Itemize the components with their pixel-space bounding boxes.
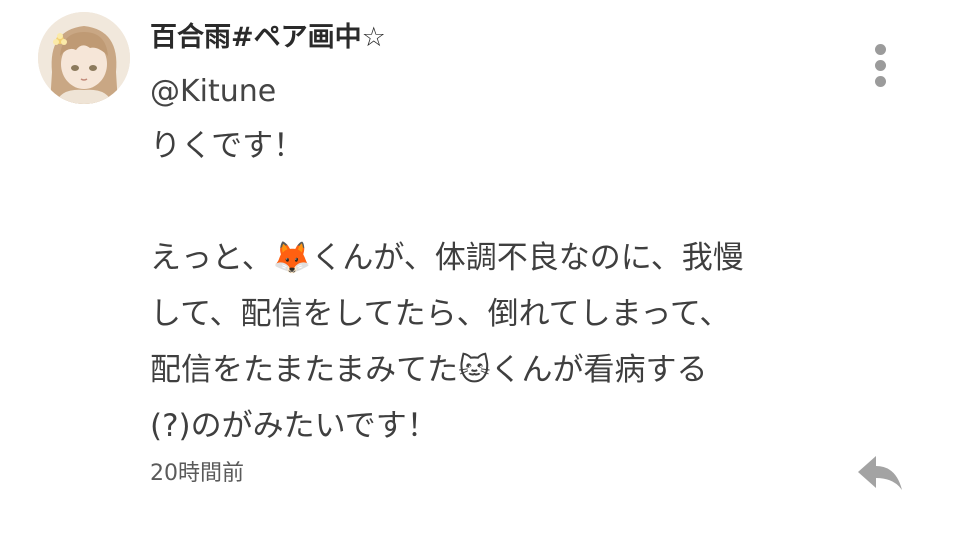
reply-icon [858, 456, 902, 490]
more-vertical-icon [874, 43, 886, 55]
comment-item: 百合雨#ペア画中☆ @Kitune りくです！ えっと、🦊くんが、体調不良なのに… [0, 0, 960, 544]
more-vertical-icon-dot [874, 59, 886, 71]
author-handle[interactable]: @Kitune [150, 72, 276, 112]
author-display-name[interactable]: 百合雨#ペア画中☆ [150, 18, 386, 58]
avatar[interactable] [38, 12, 130, 104]
more-vertical-icon-dot [874, 75, 886, 87]
more-options-button[interactable] [862, 38, 898, 92]
avatar-image [38, 12, 130, 104]
reply-button[interactable] [852, 448, 908, 498]
comment-body: りくです！ えっと、🦊くんが、体調不良なのに、我慢 して、配信をしてたら、倒れて… [150, 128, 744, 444]
comment-timestamp: 20時間前 [150, 461, 244, 486]
